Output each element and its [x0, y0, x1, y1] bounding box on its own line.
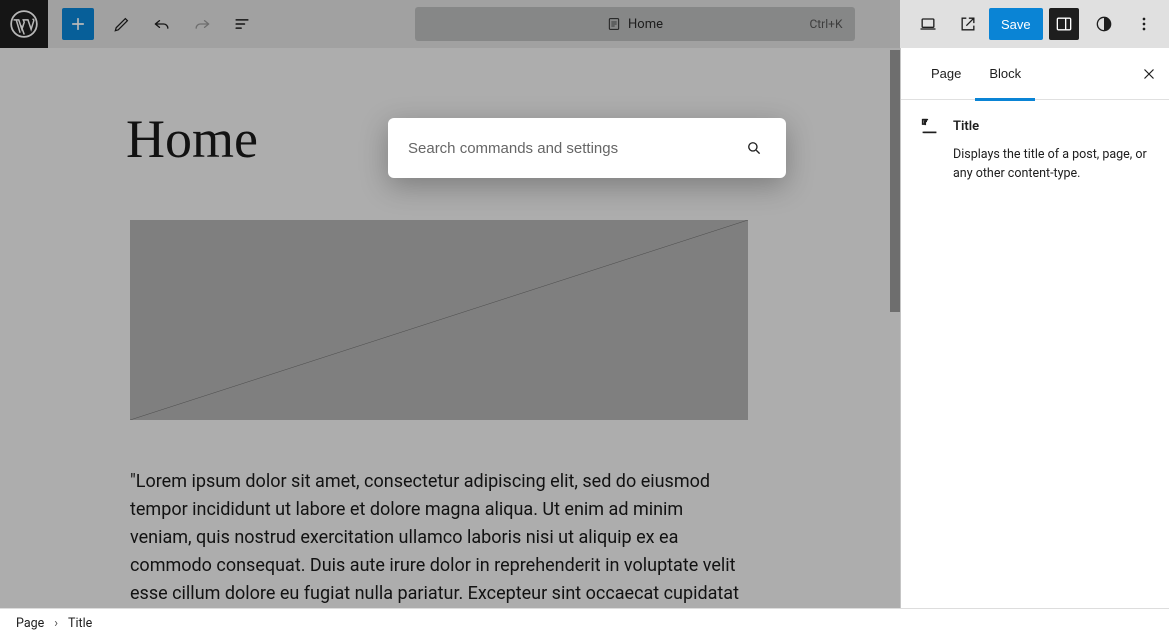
block-header: Title	[917, 114, 1153, 138]
search-icon	[745, 139, 763, 157]
more-vertical-icon	[1134, 14, 1154, 34]
modal-backdrop[interactable]	[0, 0, 900, 638]
breadcrumb-current[interactable]: Title	[68, 616, 92, 631]
chevron-right-icon: ›	[54, 616, 58, 631]
external-link-icon	[958, 14, 978, 34]
breadcrumb-root[interactable]: Page	[16, 616, 44, 631]
close-sidebar-button[interactable]	[1137, 62, 1161, 86]
sidebar-tabs: Page Block	[901, 48, 1169, 100]
command-palette	[388, 118, 786, 178]
save-button[interactable]: Save	[989, 8, 1043, 40]
block-description: Displays the title of a post, page, or a…	[953, 146, 1153, 184]
laptop-icon	[918, 14, 938, 34]
close-icon	[1140, 65, 1158, 83]
view-page-button[interactable]	[949, 4, 987, 44]
tab-block[interactable]: Block	[975, 48, 1035, 100]
block-title: Title	[953, 119, 979, 134]
tab-page[interactable]: Page	[917, 48, 975, 100]
breadcrumb-bar: Page › Title	[0, 608, 1169, 638]
title-block-icon	[917, 114, 941, 138]
options-button[interactable]	[1125, 4, 1163, 44]
toolbar-right: Save	[909, 4, 1169, 44]
sidebar-icon	[1054, 14, 1074, 34]
contrast-icon	[1094, 14, 1114, 34]
styles-button[interactable]	[1085, 4, 1123, 44]
device-preview-button[interactable]	[909, 4, 947, 44]
command-palette-input[interactable]	[408, 140, 742, 157]
settings-sidebar: Page Block Title Displays the title of a…	[900, 48, 1169, 608]
settings-sidebar-toggle[interactable]	[1049, 8, 1079, 40]
command-palette-search-button[interactable]	[742, 136, 766, 160]
